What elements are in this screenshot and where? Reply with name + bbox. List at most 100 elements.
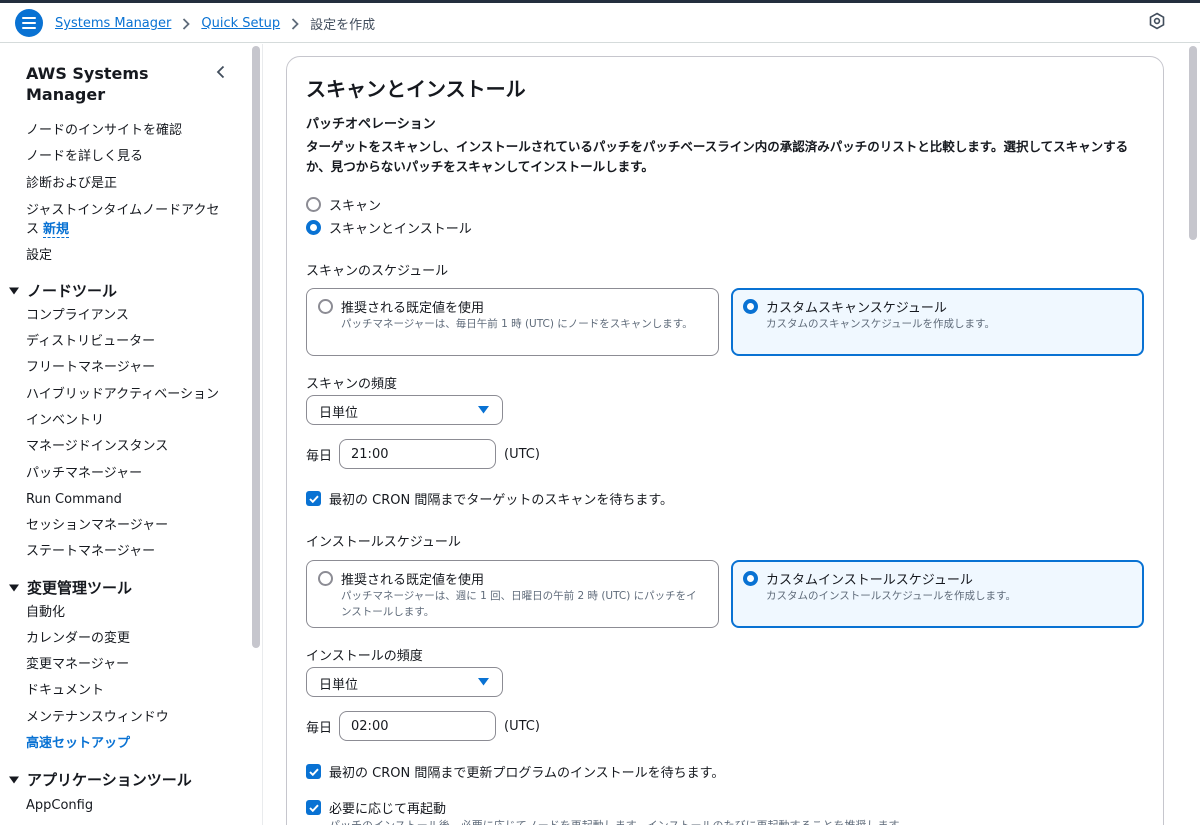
breadcrumb-quick-setup[interactable]: Quick Setup	[201, 16, 280, 31]
checkbox-checked[interactable]	[306, 491, 321, 506]
divider	[262, 44, 263, 825]
side-navigation: AWS Systems Manager ノードのインサイトを確認 ノードを詳しく…	[0, 44, 249, 825]
top-bar: Systems Manager Quick Setup 設定を作成	[0, 3, 1200, 43]
sidebar-scrollbar[interactable]	[251, 44, 261, 825]
scrollbar-thumb[interactable]	[252, 46, 260, 648]
caret-down-icon	[9, 776, 19, 783]
sidebar-item-state-manager[interactable]: ステートマネージャー	[26, 543, 155, 561]
sidebar-title[interactable]: AWS Systems Manager	[26, 63, 196, 105]
sidebar-item-quick-setup[interactable]: 高速セットアップ	[26, 735, 130, 753]
sidebar-item-node-insights[interactable]: ノードのインサイトを確認	[26, 122, 182, 140]
sidebar-item-diagnose[interactable]: 診断および是正	[26, 175, 117, 193]
sidebar-item-patch-manager[interactable]: パッチマネージャー	[26, 465, 142, 483]
checkbox-checked[interactable]	[306, 764, 321, 779]
checkbox-label: 必要に応じて再起動	[329, 802, 447, 817]
sidebar-item-session-manager[interactable]: セッションマネージャー	[26, 517, 168, 535]
sidebar-item-automation[interactable]: 自動化	[26, 604, 65, 622]
breadcrumb: Systems Manager Quick Setup 設定を作成	[55, 14, 375, 33]
sidebar-item-maintenance-windows[interactable]: メンテナンスウィンドウ	[26, 709, 169, 727]
hamburger-icon	[22, 17, 36, 29]
checkbox-checked[interactable]	[306, 800, 321, 815]
chevron-left-icon[interactable]	[213, 64, 229, 80]
radio-button[interactable]	[318, 299, 333, 314]
reboot-checkbox-row[interactable]: 必要に応じて再起動	[306, 798, 446, 817]
sidebar-item-run-command[interactable]: Run Command	[26, 491, 122, 509]
sidebar-item-change-calendar[interactable]: カレンダーの変更	[26, 630, 130, 648]
sidebar-item-settings[interactable]: 設定	[26, 247, 52, 265]
sidebar-item-managed-instances[interactable]: マネージドインスタンス	[26, 438, 168, 456]
tile-title: カスタムインストールスケジュール	[766, 573, 973, 588]
radio-scan-and-install[interactable]: スキャンとインストール	[306, 218, 472, 237]
install-schedule-label: インストールスケジュール	[306, 535, 461, 550]
install-frequency-label: インストールの頻度	[306, 649, 423, 664]
checkmark-icon	[308, 495, 319, 503]
tile-install-custom[interactable]: カスタムインストールスケジュール カスタムのインストールスケジュールを作成します…	[731, 560, 1144, 628]
checkmark-icon	[308, 768, 319, 776]
patch-operation-label: パッチオペレーション	[306, 117, 436, 132]
radio-scan[interactable]: スキャン	[306, 195, 381, 214]
sidebar-item-explore-nodes[interactable]: ノードを詳しく見る	[26, 148, 143, 166]
breadcrumb-current: 設定を作成	[310, 18, 376, 33]
radio-button[interactable]	[306, 220, 321, 235]
radio-button[interactable]	[743, 299, 758, 314]
breadcrumb-systems-manager[interactable]: Systems Manager	[55, 16, 171, 31]
hexagon-settings-icon[interactable]	[1148, 12, 1166, 30]
new-badge: 新規	[43, 222, 70, 238]
checkbox-label: 最初の CRON 間隔まで更新プログラムのインストールを待ちます。	[329, 766, 725, 781]
scan-time-input[interactable]	[339, 439, 497, 469]
tile-description: カスタムのインストールスケジュールを作成します。	[766, 590, 1017, 602]
tile-description: パッチマネージャーは、週に 1 回、日曜日の午前 2 時 (UTC) にパッチを…	[341, 590, 697, 618]
sidebar-item-change-manager[interactable]: 変更マネージャー	[26, 656, 129, 674]
reboot-description: パッチのインストール後、必要に応じてノードを再起動します。インストールのたびに再…	[329, 817, 909, 825]
tile-install-default[interactable]: 推奨される既定値を使用 パッチマネージャーは、週に 1 回、日曜日の午前 2 時…	[306, 560, 719, 628]
install-time-input[interactable]	[339, 711, 497, 741]
tile-description: パッチマネージャーは、毎日午前 1 時 (UTC) にノードをスキャンします。	[341, 318, 693, 330]
scrollbar-thumb[interactable]	[1189, 46, 1197, 240]
every-day-label: 毎日	[306, 448, 333, 464]
sidebar-item-jit-node-access[interactable]: ジャストインタイムノードアクセス 新規	[26, 201, 226, 239]
timezone-label: (UTC)	[504, 446, 540, 462]
sidebar-item-documents[interactable]: ドキュメント	[26, 682, 104, 700]
sidebar-item-hybrid-activations[interactable]: ハイブリッドアクティベーション	[26, 386, 219, 404]
caret-down-icon	[478, 678, 489, 686]
sidebar-item-compliance[interactable]: コンプライアンス	[26, 307, 129, 325]
section-title: ノードツール	[27, 282, 118, 300]
patch-operation-description: ターゲットをスキャンし、インストールされているパッチをパッチベースライン内の承認…	[306, 139, 1129, 174]
scan-install-panel: スキャンとインストール パッチオペレーション ターゲットをスキャンし、インストー…	[286, 56, 1164, 825]
caret-down-icon	[9, 287, 19, 294]
sidebar-item-appconfig[interactable]: AppConfig	[26, 797, 93, 815]
install-wait-checkbox-row[interactable]: 最初の CRON 間隔まで更新プログラムのインストールを待ちます。	[306, 762, 724, 781]
sidebar-item-distributor[interactable]: ディストリビューター	[26, 333, 155, 351]
scan-frequency-label: スキャンの頻度	[306, 377, 398, 392]
scan-schedule-label: スキャンのスケジュール	[306, 264, 449, 279]
tile-description: カスタムのスキャンスケジュールを作成します。	[766, 318, 996, 330]
every-day-label: 毎日	[306, 720, 333, 736]
section-node-tools[interactable]: ノードツール	[9, 280, 117, 301]
install-time-row: 毎日 (UTC)	[306, 711, 540, 741]
tile-title: 推奨される既定値を使用	[341, 573, 485, 588]
radio-button[interactable]	[318, 571, 333, 586]
chevron-right-icon	[182, 17, 191, 30]
checkmark-icon	[308, 804, 319, 812]
tile-title: 推奨される既定値を使用	[341, 301, 485, 316]
chevron-right-icon	[291, 17, 299, 30]
section-application-tools[interactable]: アプリケーションツール	[9, 769, 192, 790]
tile-title: カスタムスキャンスケジュール	[766, 301, 947, 316]
checkbox-label: 最初の CRON 間隔までターゲットのスキャンを待ちます。	[329, 493, 674, 508]
caret-down-icon	[478, 406, 489, 414]
install-frequency-select[interactable]: 日単位	[306, 667, 503, 697]
main-scrollbar[interactable]	[1186, 44, 1200, 825]
radio-label: スキャンとインストール	[329, 222, 472, 237]
tile-scan-custom[interactable]: カスタムスキャンスケジュール カスタムのスキャンスケジュールを作成します。	[731, 288, 1144, 356]
section-change-management[interactable]: 変更管理ツール	[9, 577, 132, 598]
radio-button[interactable]	[306, 197, 321, 212]
timezone-label: (UTC)	[504, 718, 540, 734]
sidebar-item-fleet-manager[interactable]: フリートマネージャー	[26, 359, 155, 377]
scan-frequency-select[interactable]: 日単位	[306, 395, 503, 425]
radio-label: スキャン	[329, 199, 382, 214]
tile-scan-default[interactable]: 推奨される既定値を使用 パッチマネージャーは、毎日午前 1 時 (UTC) にノ…	[306, 288, 719, 356]
sidebar-item-inventory[interactable]: インベントリ	[26, 412, 104, 430]
scan-wait-checkbox-row[interactable]: 最初の CRON 間隔までターゲットのスキャンを待ちます。	[306, 489, 673, 508]
radio-button[interactable]	[743, 571, 758, 586]
menu-toggle-button[interactable]	[15, 9, 43, 37]
